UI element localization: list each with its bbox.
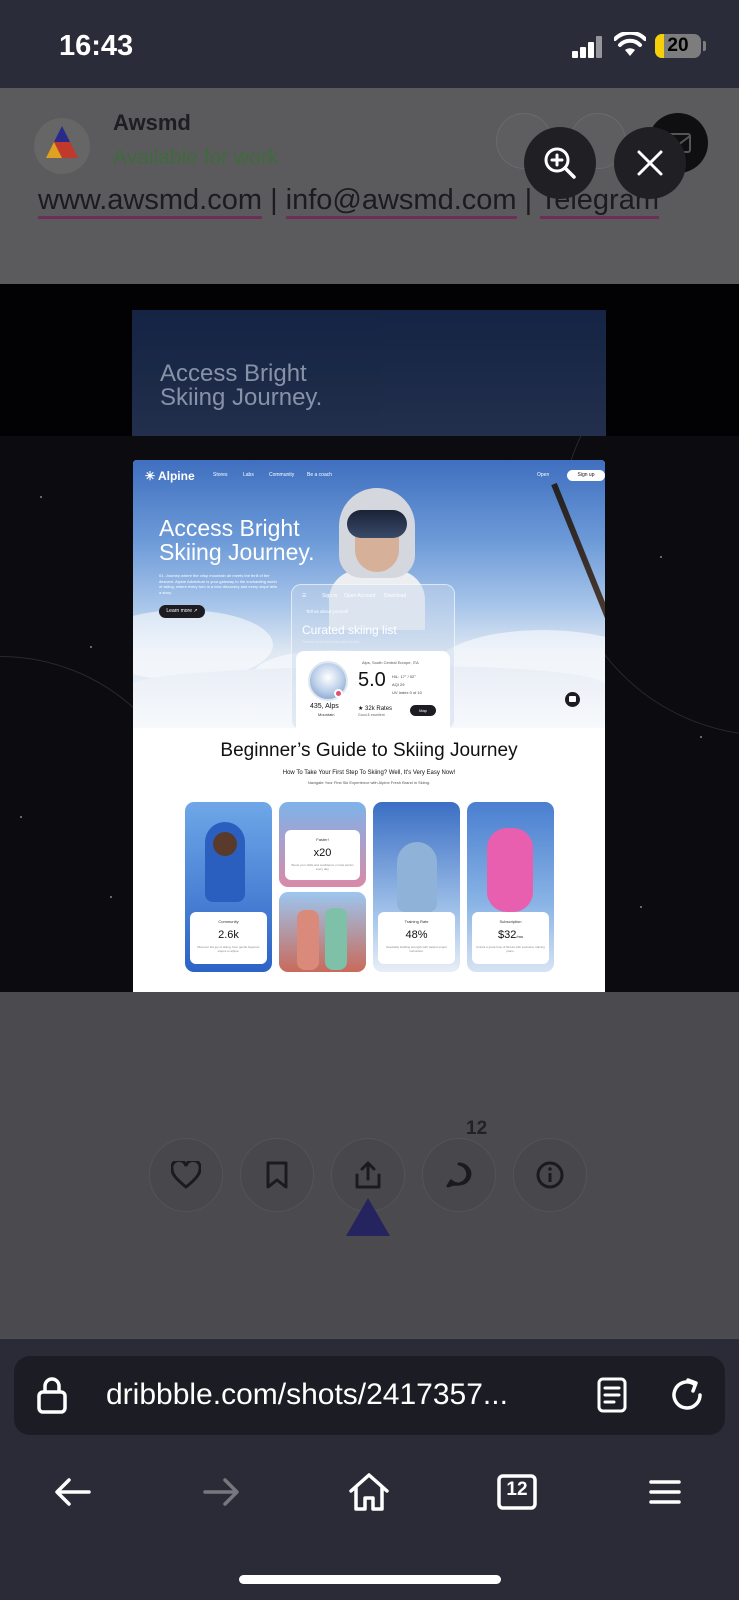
card-caption: Select most luxurious ski resorts <box>302 639 360 644</box>
altitude: 435, Alps <box>310 703 339 710</box>
tab-count: 12 <box>506 1479 528 1500</box>
save-action-button[interactable] <box>240 1138 314 1212</box>
stat-value: x20 <box>313 847 332 859</box>
nav-coach[interactable]: Be a coach <box>307 472 332 478</box>
bookmark-icon <box>266 1161 288 1189</box>
stat-label: Community <box>218 919 239 924</box>
home-button[interactable] <box>344 1467 394 1517</box>
tile-subscription: Subscription $32/mo Unlock a great time … <box>467 802 554 972</box>
card-title: Curated skiing list <box>302 623 397 637</box>
stat-label: Training Rate <box>404 919 429 924</box>
arrow-left-icon <box>55 1478 91 1506</box>
comment-action-button[interactable] <box>422 1138 496 1212</box>
stat-value: 2.6k <box>218 929 239 941</box>
stat-desc: Gradually building strength with patient… <box>386 945 447 953</box>
stat-label: Subscription <box>499 919 522 924</box>
stat-label: Faster! <box>316 837 329 842</box>
forward-button[interactable] <box>196 1467 246 1517</box>
tab-open-account[interactable]: Open Account <box>344 593 375 599</box>
tile-community: Community 2.6k Discover the joy of skiin… <box>185 802 272 972</box>
menu-icon[interactable]: ☰ <box>302 593 306 599</box>
address-bar[interactable]: dribbble.com/shots/2417357... <box>14 1356 725 1435</box>
chat-icon[interactable] <box>565 692 580 707</box>
tile-training: Training Rate 48% Gradually building str… <box>373 802 460 972</box>
ghost-hero-title: Access Bright Skiing Journey. <box>160 360 323 411</box>
weather-stats: H/L: 17° / 02° AQI 29 UV Index 0 of 10 <box>392 674 422 695</box>
hero-description: 01. Journey where the crisp mountain air… <box>159 573 278 595</box>
hero-section: ✳ Alpine Stores Labs Community Be a coac… <box>133 460 605 728</box>
rates-label: Good & excellent <box>358 713 385 717</box>
menu-button[interactable] <box>640 1467 690 1517</box>
stat-desc: Unlock a great time of fitness with excl… <box>476 945 545 953</box>
arrow-right-icon <box>203 1478 239 1506</box>
tab-download[interactable]: Download <box>384 593 406 599</box>
learn-more-button[interactable]: Learn more ↗ <box>159 605 205 618</box>
email-link[interactable]: info@awsmd.com <box>285 184 517 219</box>
comment-icon <box>446 1162 472 1188</box>
zoom-in-icon <box>544 147 576 179</box>
home-icon <box>349 1473 389 1511</box>
share-icon <box>355 1161 381 1189</box>
alpine-logo[interactable]: ✳ Alpine <box>145 469 195 483</box>
like-action-button[interactable] <box>149 1138 223 1212</box>
guide-subtitle: How To Take Your First Step To Skiing? W… <box>282 770 456 776</box>
browser-toolbar: dribbble.com/shots/2417357... 12 <box>0 1338 739 1600</box>
website-link[interactable]: www.awsmd.com <box>38 184 262 219</box>
back-button[interactable] <box>48 1467 98 1517</box>
card-subtitle: Tell us about yourself <box>306 609 349 614</box>
hero-title: Access Bright Skiing Journey. <box>159 515 315 565</box>
stat-desc: Boost your skills and confidence on fast… <box>291 863 354 871</box>
nav-stores[interactable]: Stores <box>213 472 227 478</box>
signup-button[interactable]: Sign up <box>567 470 605 481</box>
rates: ★ 32k Rates <box>358 706 393 712</box>
altitude-label: Mountain <box>318 712 335 717</box>
avatar[interactable] <box>34 118 90 174</box>
shot-image[interactable]: ✳ Alpine Stores Labs Community Be a coac… <box>133 460 605 992</box>
hamburger-menu-icon <box>649 1480 681 1504</box>
stat-value: 48% <box>405 929 428 941</box>
location-pin-icon <box>334 689 343 698</box>
cellular-signal-icon <box>572 36 604 58</box>
nav-community[interactable]: Community <box>269 472 294 478</box>
alpine-nav: ✳ Alpine Stores Labs Community Be a coac… <box>145 469 605 487</box>
curated-card: ☰ Sign in Open Account Download Tell us … <box>291 584 455 728</box>
footer-logo-icon <box>346 1198 390 1236</box>
comment-count: 12 <box>466 1118 488 1139</box>
zoom-button[interactable] <box>524 127 596 199</box>
status-time: 16:43 <box>59 30 134 62</box>
close-icon <box>637 150 663 176</box>
home-indicator <box>239 1575 501 1584</box>
tile-skiers-photo <box>279 892 366 972</box>
nav-labs[interactable]: Labs <box>243 472 254 478</box>
stat-value: $32/mo <box>497 929 524 941</box>
guide-title: Beginner’s Guide to Skiing Journey <box>220 740 518 761</box>
map-button[interactable]: Map <box>410 705 436 716</box>
guide-caption: Navigate Your First Ski Experience with … <box>307 780 431 785</box>
resort-score: 5.0 <box>358 669 386 691</box>
tile-faster: Faster! x20 Boost your skills and confid… <box>279 802 366 887</box>
nav-open[interactable]: Open <box>537 472 549 478</box>
awsmd-logo-icon <box>46 126 78 158</box>
close-viewer-button[interactable] <box>614 127 686 199</box>
info-icon <box>536 1161 564 1189</box>
resort-info-card: 435, Alps Mountain Alps, South Central E… <box>296 651 450 728</box>
wifi-icon <box>614 32 646 56</box>
reload-icon[interactable] <box>668 1376 706 1414</box>
shot-preview-ghost: Access Bright Skiing Journey. <box>132 310 606 436</box>
url-text[interactable]: dribbble.com/shots/2417357... <box>106 1378 508 1412</box>
lock-icon <box>37 1377 67 1414</box>
tabs-button[interactable]: 12 <box>492 1467 542 1517</box>
resort-location: Alps, South Central Europe, ITA <box>362 660 419 665</box>
tab-sign-in[interactable]: Sign in <box>322 593 337 599</box>
stat-desc: Discover the joy of skiing, from gentle … <box>197 945 260 953</box>
availability-status: Available for work <box>113 146 279 169</box>
battery-level: 20 <box>667 35 689 56</box>
heart-icon <box>171 1161 201 1189</box>
info-action-button[interactable] <box>513 1138 587 1212</box>
battery-icon: 20 <box>655 34 701 58</box>
designer-name[interactable]: Awsmd <box>113 110 191 136</box>
reader-mode-icon[interactable] <box>596 1376 628 1414</box>
status-bar: 16:43 20 <box>0 0 739 88</box>
